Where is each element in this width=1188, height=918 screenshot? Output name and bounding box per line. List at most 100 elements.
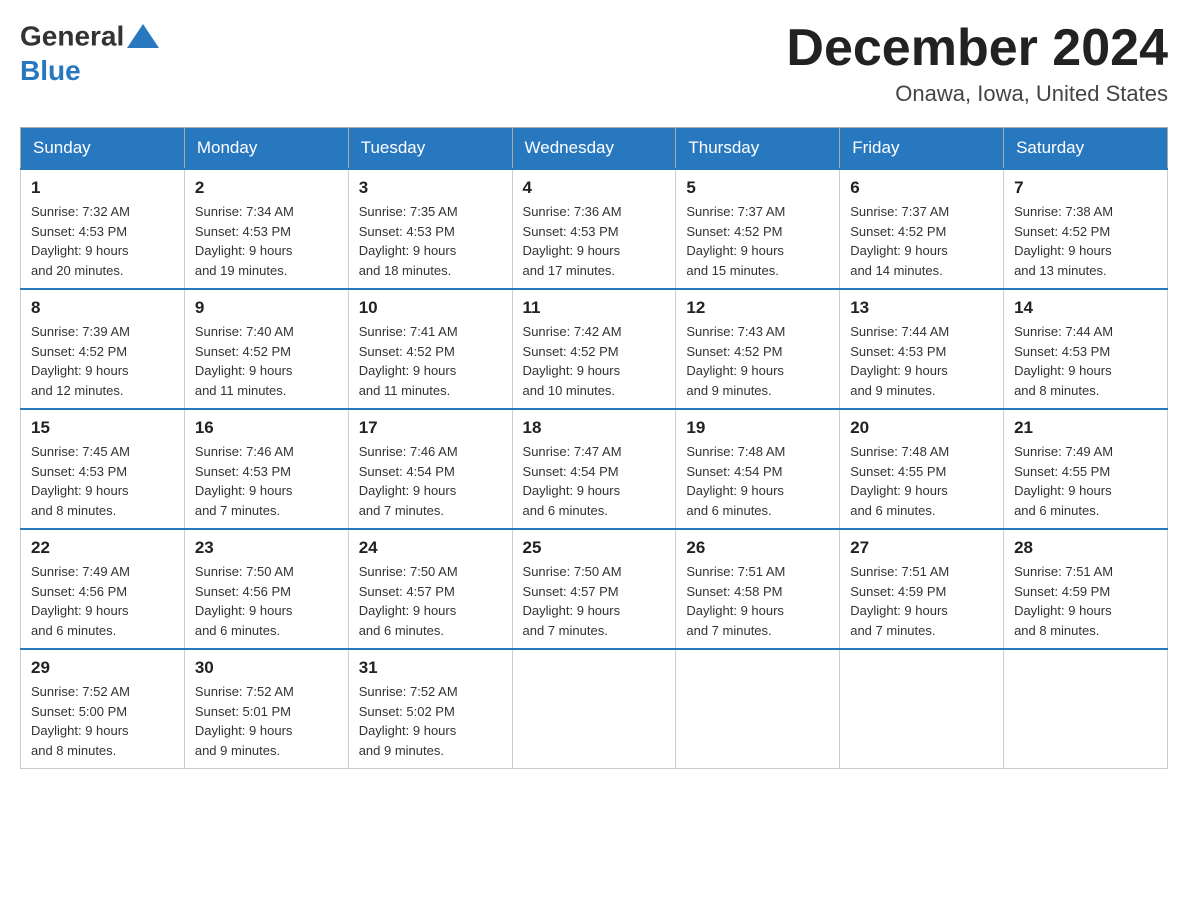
day-info: Sunrise: 7:44 AM Sunset: 4:53 PM Dayligh… (1014, 322, 1157, 400)
calendar-table: Sunday Monday Tuesday Wednesday Thursday… (20, 127, 1168, 769)
day-info: Sunrise: 7:48 AM Sunset: 4:54 PM Dayligh… (686, 442, 829, 520)
day-info: Sunrise: 7:47 AM Sunset: 4:54 PM Dayligh… (523, 442, 666, 520)
calendar-cell: 6 Sunrise: 7:37 AM Sunset: 4:52 PM Dayli… (840, 169, 1004, 289)
day-number: 10 (359, 298, 502, 318)
calendar-cell: 14 Sunrise: 7:44 AM Sunset: 4:53 PM Dayl… (1004, 289, 1168, 409)
calendar-cell: 22 Sunrise: 7:49 AM Sunset: 4:56 PM Dayl… (21, 529, 185, 649)
day-info: Sunrise: 7:39 AM Sunset: 4:52 PM Dayligh… (31, 322, 174, 400)
day-info: Sunrise: 7:49 AM Sunset: 4:55 PM Dayligh… (1014, 442, 1157, 520)
week-row-4: 22 Sunrise: 7:49 AM Sunset: 4:56 PM Dayl… (21, 529, 1168, 649)
calendar-cell: 27 Sunrise: 7:51 AM Sunset: 4:59 PM Dayl… (840, 529, 1004, 649)
week-row-3: 15 Sunrise: 7:45 AM Sunset: 4:53 PM Dayl… (21, 409, 1168, 529)
header-thursday: Thursday (676, 128, 840, 170)
day-info: Sunrise: 7:48 AM Sunset: 4:55 PM Dayligh… (850, 442, 993, 520)
day-number: 3 (359, 178, 502, 198)
day-info: Sunrise: 7:52 AM Sunset: 5:01 PM Dayligh… (195, 682, 338, 760)
logo: General Blue (20, 20, 162, 87)
day-info: Sunrise: 7:51 AM Sunset: 4:58 PM Dayligh… (686, 562, 829, 640)
day-number: 17 (359, 418, 502, 438)
day-number: 24 (359, 538, 502, 558)
calendar-cell: 5 Sunrise: 7:37 AM Sunset: 4:52 PM Dayli… (676, 169, 840, 289)
day-number: 13 (850, 298, 993, 318)
day-number: 15 (31, 418, 174, 438)
calendar-cell: 1 Sunrise: 7:32 AM Sunset: 4:53 PM Dayli… (21, 169, 185, 289)
day-number: 1 (31, 178, 174, 198)
day-info: Sunrise: 7:52 AM Sunset: 5:00 PM Dayligh… (31, 682, 174, 760)
day-number: 29 (31, 658, 174, 678)
calendar-cell: 4 Sunrise: 7:36 AM Sunset: 4:53 PM Dayli… (512, 169, 676, 289)
calendar-cell: 13 Sunrise: 7:44 AM Sunset: 4:53 PM Dayl… (840, 289, 1004, 409)
calendar-cell: 10 Sunrise: 7:41 AM Sunset: 4:52 PM Dayl… (348, 289, 512, 409)
logo-blue: Blue (20, 55, 81, 86)
calendar-cell: 2 Sunrise: 7:34 AM Sunset: 4:53 PM Dayli… (184, 169, 348, 289)
day-info: Sunrise: 7:46 AM Sunset: 4:53 PM Dayligh… (195, 442, 338, 520)
calendar-cell: 9 Sunrise: 7:40 AM Sunset: 4:52 PM Dayli… (184, 289, 348, 409)
calendar-cell: 12 Sunrise: 7:43 AM Sunset: 4:52 PM Dayl… (676, 289, 840, 409)
location-subtitle: Onawa, Iowa, United States (786, 81, 1168, 107)
day-info: Sunrise: 7:51 AM Sunset: 4:59 PM Dayligh… (850, 562, 993, 640)
calendar-cell: 11 Sunrise: 7:42 AM Sunset: 4:52 PM Dayl… (512, 289, 676, 409)
day-info: Sunrise: 7:49 AM Sunset: 4:56 PM Dayligh… (31, 562, 174, 640)
day-info: Sunrise: 7:52 AM Sunset: 5:02 PM Dayligh… (359, 682, 502, 760)
calendar-cell: 30 Sunrise: 7:52 AM Sunset: 5:01 PM Dayl… (184, 649, 348, 769)
logo-general: General (20, 20, 124, 51)
day-info: Sunrise: 7:37 AM Sunset: 4:52 PM Dayligh… (850, 202, 993, 280)
day-number: 14 (1014, 298, 1157, 318)
day-headers-row: Sunday Monday Tuesday Wednesday Thursday… (21, 128, 1168, 170)
calendar-cell: 18 Sunrise: 7:47 AM Sunset: 4:54 PM Dayl… (512, 409, 676, 529)
day-number: 8 (31, 298, 174, 318)
calendar-cell (1004, 649, 1168, 769)
calendar-cell: 24 Sunrise: 7:50 AM Sunset: 4:57 PM Dayl… (348, 529, 512, 649)
day-number: 18 (523, 418, 666, 438)
calendar-cell: 19 Sunrise: 7:48 AM Sunset: 4:54 PM Dayl… (676, 409, 840, 529)
day-info: Sunrise: 7:36 AM Sunset: 4:53 PM Dayligh… (523, 202, 666, 280)
day-number: 28 (1014, 538, 1157, 558)
calendar-cell: 25 Sunrise: 7:50 AM Sunset: 4:57 PM Dayl… (512, 529, 676, 649)
day-number: 20 (850, 418, 993, 438)
day-number: 22 (31, 538, 174, 558)
week-row-5: 29 Sunrise: 7:52 AM Sunset: 5:00 PM Dayl… (21, 649, 1168, 769)
calendar-cell: 31 Sunrise: 7:52 AM Sunset: 5:02 PM Dayl… (348, 649, 512, 769)
day-number: 4 (523, 178, 666, 198)
day-number: 21 (1014, 418, 1157, 438)
day-info: Sunrise: 7:35 AM Sunset: 4:53 PM Dayligh… (359, 202, 502, 280)
day-info: Sunrise: 7:40 AM Sunset: 4:52 PM Dayligh… (195, 322, 338, 400)
page-header: General Blue December 2024 Onawa, Iowa, … (20, 20, 1168, 107)
calendar-cell: 17 Sunrise: 7:46 AM Sunset: 4:54 PM Dayl… (348, 409, 512, 529)
day-info: Sunrise: 7:50 AM Sunset: 4:57 PM Dayligh… (523, 562, 666, 640)
day-info: Sunrise: 7:41 AM Sunset: 4:52 PM Dayligh… (359, 322, 502, 400)
calendar-cell: 15 Sunrise: 7:45 AM Sunset: 4:53 PM Dayl… (21, 409, 185, 529)
calendar-cell: 7 Sunrise: 7:38 AM Sunset: 4:52 PM Dayli… (1004, 169, 1168, 289)
day-number: 2 (195, 178, 338, 198)
week-row-2: 8 Sunrise: 7:39 AM Sunset: 4:52 PM Dayli… (21, 289, 1168, 409)
day-number: 23 (195, 538, 338, 558)
day-number: 6 (850, 178, 993, 198)
calendar-cell (840, 649, 1004, 769)
week-row-1: 1 Sunrise: 7:32 AM Sunset: 4:53 PM Dayli… (21, 169, 1168, 289)
header-friday: Friday (840, 128, 1004, 170)
day-info: Sunrise: 7:34 AM Sunset: 4:53 PM Dayligh… (195, 202, 338, 280)
header-sunday: Sunday (21, 128, 185, 170)
day-number: 31 (359, 658, 502, 678)
header-wednesday: Wednesday (512, 128, 676, 170)
calendar-cell: 16 Sunrise: 7:46 AM Sunset: 4:53 PM Dayl… (184, 409, 348, 529)
calendar-cell: 8 Sunrise: 7:39 AM Sunset: 4:52 PM Dayli… (21, 289, 185, 409)
day-number: 16 (195, 418, 338, 438)
calendar-cell: 21 Sunrise: 7:49 AM Sunset: 4:55 PM Dayl… (1004, 409, 1168, 529)
calendar-cell: 28 Sunrise: 7:51 AM Sunset: 4:59 PM Dayl… (1004, 529, 1168, 649)
day-number: 27 (850, 538, 993, 558)
day-info: Sunrise: 7:51 AM Sunset: 4:59 PM Dayligh… (1014, 562, 1157, 640)
day-number: 30 (195, 658, 338, 678)
day-number: 7 (1014, 178, 1157, 198)
day-info: Sunrise: 7:37 AM Sunset: 4:52 PM Dayligh… (686, 202, 829, 280)
calendar-cell: 23 Sunrise: 7:50 AM Sunset: 4:56 PM Dayl… (184, 529, 348, 649)
calendar-cell: 20 Sunrise: 7:48 AM Sunset: 4:55 PM Dayl… (840, 409, 1004, 529)
day-number: 26 (686, 538, 829, 558)
day-number: 25 (523, 538, 666, 558)
logo-text: General Blue (20, 20, 162, 87)
day-info: Sunrise: 7:42 AM Sunset: 4:52 PM Dayligh… (523, 322, 666, 400)
day-info: Sunrise: 7:38 AM Sunset: 4:52 PM Dayligh… (1014, 202, 1157, 280)
day-info: Sunrise: 7:44 AM Sunset: 4:53 PM Dayligh… (850, 322, 993, 400)
month-title: December 2024 (786, 20, 1168, 77)
calendar-cell: 3 Sunrise: 7:35 AM Sunset: 4:53 PM Dayli… (348, 169, 512, 289)
